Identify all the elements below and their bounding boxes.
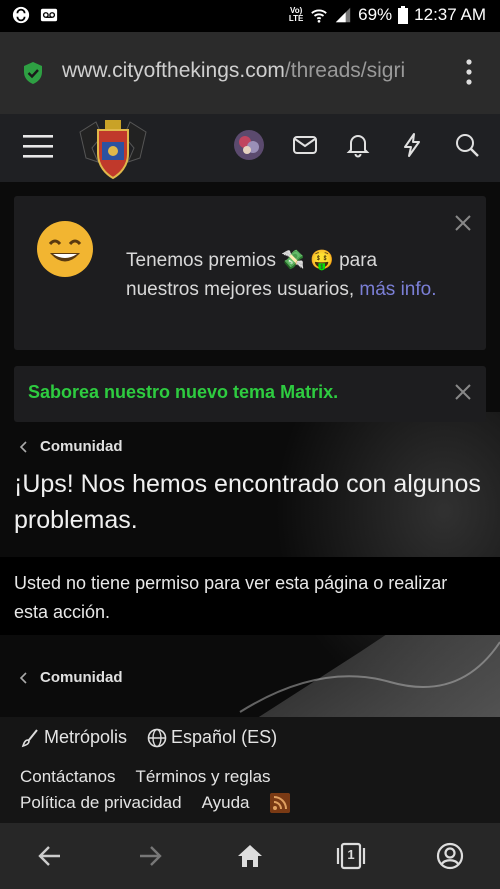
breadcrumb[interactable]: Comunidad — [18, 438, 123, 455]
site-footer: Metrópolis Español (ES) Contáctanos Térm… — [0, 717, 500, 823]
more-vert-icon[interactable] — [466, 59, 472, 85]
style-chooser[interactable]: Metrópolis — [20, 727, 127, 748]
shield-check-icon — [24, 62, 42, 84]
forward-arrow-icon[interactable] — [136, 842, 164, 870]
globe-icon — [147, 728, 167, 747]
signal-icon — [335, 7, 351, 23]
more-info-link[interactable]: más info. — [359, 279, 436, 300]
close-icon[interactable] — [454, 214, 472, 232]
footer-link-privacy[interactable]: Política de privacidad — [20, 793, 182, 813]
search-icon[interactable] — [454, 132, 480, 158]
clock: 12:37 AM — [414, 5, 486, 24]
language-chooser[interactable]: Español (ES) — [147, 727, 277, 748]
rss-icon[interactable] — [269, 793, 290, 813]
breadcrumb-bottom[interactable]: Comunidad — [18, 669, 123, 686]
footer-link-contact[interactable]: Contáctanos — [20, 767, 115, 787]
promo-notice-text: Tenemos premios 💸 🤑 para nuestros mejore… — [126, 246, 446, 304]
wifi-icon — [311, 9, 327, 23]
voicemail-icon — [40, 8, 58, 22]
error-message-box: Usted no tiene permiso para ver esta pág… — [0, 557, 500, 635]
sync-icon — [12, 6, 30, 24]
tab-count: 1 — [347, 847, 355, 862]
smiley-icon — [37, 221, 93, 277]
footer-link-terms[interactable]: Términos y reglas — [135, 767, 270, 787]
avatar[interactable] — [234, 130, 264, 160]
paintbrush-icon — [21, 728, 38, 747]
close-icon[interactable] — [454, 383, 472, 401]
site-header — [0, 114, 500, 182]
url-host: www.cityofthekings.com — [62, 59, 285, 82]
language-label[interactable]: Español (ES) — [171, 727, 277, 748]
home-icon[interactable] — [236, 842, 264, 870]
browser-nav-bar: 1 — [0, 823, 500, 889]
tabs-icon[interactable]: 1 — [334, 841, 368, 871]
back-arrow-icon[interactable] — [36, 842, 64, 870]
battery-percent: 69% — [358, 5, 393, 24]
account-icon[interactable] — [436, 842, 464, 870]
promo-notice: Tenemos premios 💸 🤑 para nuestros mejore… — [14, 196, 486, 350]
url-path: /threads/sigri — [284, 59, 406, 82]
hamburger-icon[interactable] — [23, 133, 53, 159]
breadcrumb-label[interactable]: Comunidad — [40, 669, 123, 686]
breadcrumb-label[interactable]: Comunidad — [40, 438, 123, 455]
theme-notice: Saborea nuestro nuevo tema Matrix. — [14, 366, 486, 422]
network-type-label: Vo) LTE — [288, 6, 304, 23]
page-title: ¡Ups! Nos hemos encontrado con algunos p… — [14, 470, 481, 534]
status-bar: Vo) LTE 69% 12:37 AM — [0, 0, 500, 32]
bell-icon[interactable] — [345, 132, 371, 158]
bolt-icon[interactable] — [399, 132, 425, 158]
site-logo[interactable] — [78, 118, 148, 180]
theme-notice-text: Saborea nuestro nuevo tema Matrix. — [28, 382, 339, 402]
chevron-left-icon — [19, 671, 27, 684]
footer-link-help[interactable]: Ayuda — [202, 793, 250, 813]
chevron-left-icon — [19, 440, 27, 453]
battery-icon — [398, 6, 409, 24]
browser-url-bar[interactable]: www.cityofthekings.com/threads/sigri — [0, 32, 500, 114]
url-text[interactable]: www.cityofthekings.com/threads/sigri — [62, 59, 442, 83]
style-chooser-label[interactable]: Metrópolis — [44, 727, 127, 748]
error-message: Usted no tiene permiso para ver esta pág… — [14, 573, 448, 622]
envelope-icon[interactable] — [292, 132, 318, 158]
promo-text: Tenemos premios 💸 🤑 para nuestros mejore… — [126, 250, 378, 300]
